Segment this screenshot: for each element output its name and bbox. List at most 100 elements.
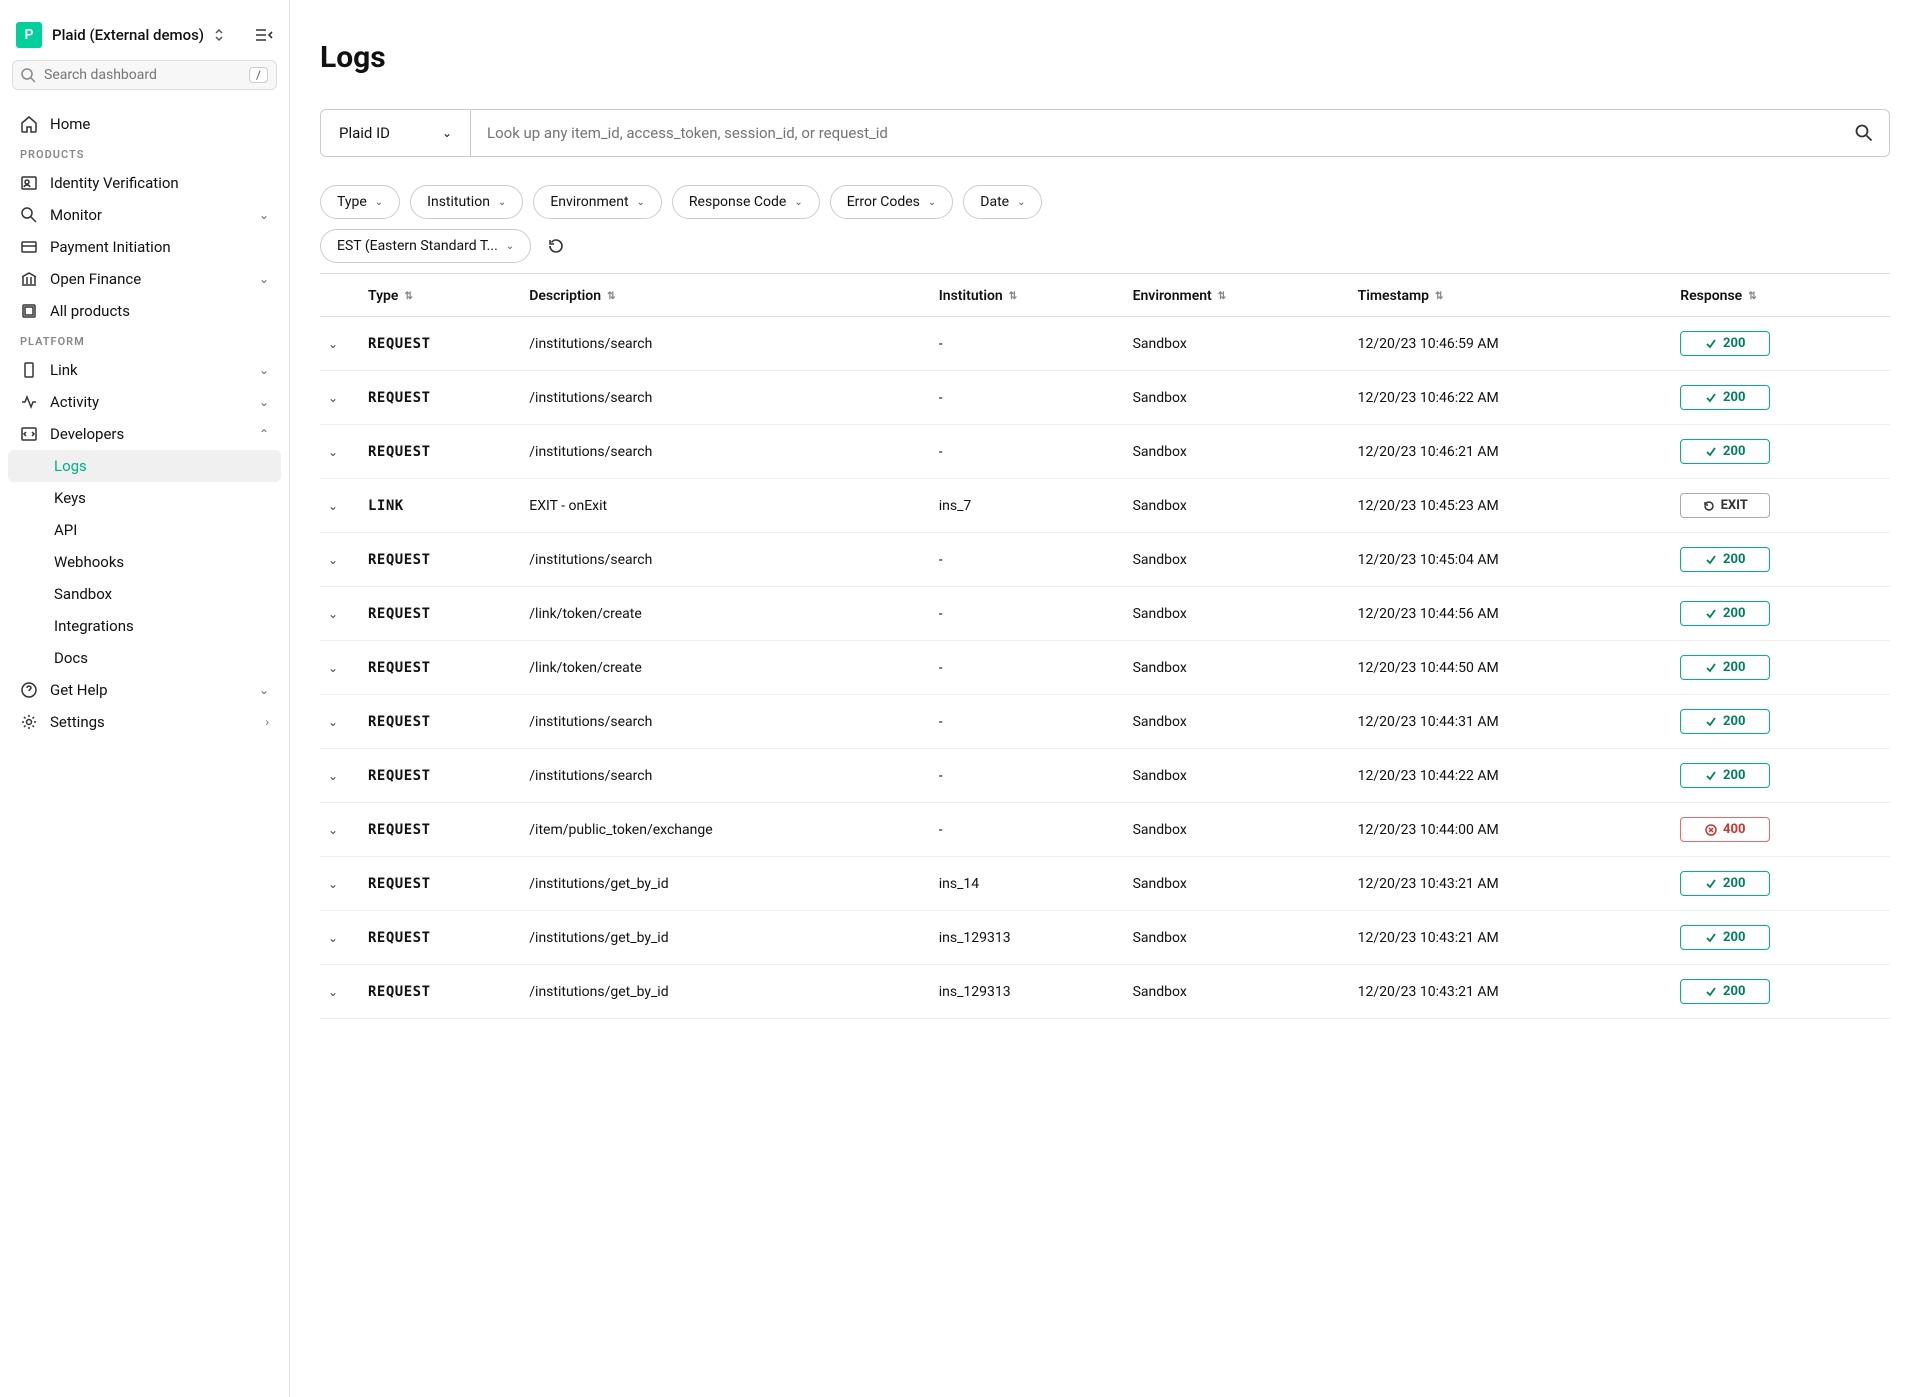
response-badge: 200 — [1680, 763, 1770, 788]
nav-sub-integrations[interactable]: Integrations — [8, 610, 281, 642]
col-environment[interactable]: Environment⇅ — [1125, 274, 1350, 317]
nav-get-help[interactable]: Get Help ⌄ — [8, 674, 281, 706]
search-type-select[interactable]: Plaid ID ⌄ — [321, 110, 471, 156]
search-icon[interactable] — [1855, 124, 1873, 142]
filter-row-2: EST (Eastern Standard T...⌄ — [320, 229, 1890, 263]
nav-link[interactable]: Link ⌄ — [8, 354, 281, 386]
collapse-sidebar-icon[interactable] — [255, 28, 273, 42]
col-institution[interactable]: Institution⇅ — [931, 274, 1125, 317]
main-content: Logs Plaid ID ⌄ Type⌄ Institution⌄ Envir… — [290, 0, 1920, 1397]
cell-timestamp: 12/20/23 10:46:21 AM — [1350, 425, 1673, 479]
col-type[interactable]: Type⇅ — [360, 274, 521, 317]
col-response[interactable]: Response⇅ — [1672, 274, 1890, 317]
sort-icon: ⇅ — [1435, 291, 1443, 302]
nav-open-finance[interactable]: Open Finance ⌄ — [8, 263, 281, 295]
expand-row-icon[interactable]: ⌄ — [328, 769, 338, 783]
filter-environment[interactable]: Environment⌄ — [533, 185, 662, 219]
expand-row-icon[interactable]: ⌄ — [328, 391, 338, 405]
nav-sub-logs[interactable]: Logs — [8, 450, 281, 482]
cell-environment: Sandbox — [1125, 479, 1350, 533]
cell-timestamp: 12/20/23 10:44:50 AM — [1350, 641, 1673, 695]
section-platform: PLATFORM — [8, 327, 281, 354]
table-row[interactable]: ⌄REQUEST/link/token/create-Sandbox12/20/… — [320, 587, 1890, 641]
cell-type: REQUEST — [360, 857, 521, 911]
table-row[interactable]: ⌄REQUEST/institutions/search-Sandbox12/2… — [320, 749, 1890, 803]
nav-home[interactable]: Home — [8, 108, 281, 140]
table-row[interactable]: ⌄REQUEST/institutions/get_by_idins_12931… — [320, 911, 1890, 965]
nav-payment-initiation[interactable]: Payment Initiation — [8, 231, 281, 263]
cell-timestamp: 12/20/23 10:44:56 AM — [1350, 587, 1673, 641]
col-description[interactable]: Description⇅ — [521, 274, 930, 317]
log-search-input[interactable] — [487, 110, 1855, 156]
response-badge: 200 — [1680, 331, 1770, 356]
filter-response-code[interactable]: Response Code⌄ — [672, 185, 820, 219]
filter-type[interactable]: Type⌄ — [320, 185, 400, 219]
cell-timestamp: 12/20/23 10:44:31 AM — [1350, 695, 1673, 749]
chevron-up-icon: ⌃ — [259, 427, 269, 441]
cell-type: REQUEST — [360, 641, 521, 695]
col-timestamp[interactable]: Timestamp⇅ — [1350, 274, 1673, 317]
workspace-badge: P — [16, 22, 42, 48]
nav-monitor[interactable]: Monitor ⌄ — [8, 199, 281, 231]
cell-institution: - — [931, 425, 1125, 479]
cell-description: /institutions/search — [521, 533, 930, 587]
expand-row-icon[interactable]: ⌄ — [328, 337, 338, 351]
activity-icon — [20, 393, 38, 411]
table-row[interactable]: ⌄REQUEST/institutions/get_by_idins_12931… — [320, 965, 1890, 1019]
nav-activity[interactable]: Activity ⌄ — [8, 386, 281, 418]
reset-filters-icon[interactable] — [541, 237, 571, 255]
cell-type: REQUEST — [360, 371, 521, 425]
nav-sub-docs[interactable]: Docs — [8, 642, 281, 674]
nav-identity-verification[interactable]: Identity Verification — [8, 167, 281, 199]
response-badge: 200 — [1680, 385, 1770, 410]
nav-sub-webhooks[interactable]: Webhooks — [8, 546, 281, 578]
sidebar-search[interactable]: / — [12, 60, 277, 90]
home-icon — [20, 115, 38, 133]
nav-sub-api[interactable]: API — [8, 514, 281, 546]
filter-timezone[interactable]: EST (Eastern Standard T...⌄ — [320, 229, 531, 263]
cell-type: REQUEST — [360, 911, 521, 965]
cell-description: /institutions/get_by_id — [521, 911, 930, 965]
response-badge: 200 — [1680, 925, 1770, 950]
cell-institution: - — [931, 587, 1125, 641]
cell-timestamp: 12/20/23 10:44:00 AM — [1350, 803, 1673, 857]
table-row[interactable]: ⌄REQUEST/link/token/create-Sandbox12/20/… — [320, 641, 1890, 695]
filter-institution[interactable]: Institution⌄ — [410, 185, 523, 219]
expand-row-icon[interactable]: ⌄ — [328, 715, 338, 729]
nav-sub-sandbox[interactable]: Sandbox — [8, 578, 281, 610]
nav-sub-keys[interactable]: Keys — [8, 482, 281, 514]
nav-settings[interactable]: Settings › — [8, 706, 281, 738]
cell-description: /institutions/search — [521, 317, 930, 371]
cell-timestamp: 12/20/23 10:43:21 AM — [1350, 857, 1673, 911]
table-row[interactable]: ⌄REQUEST/institutions/get_by_idins_14San… — [320, 857, 1890, 911]
table-row[interactable]: ⌄REQUEST/institutions/search-Sandbox12/2… — [320, 371, 1890, 425]
search-type-label: Plaid ID — [339, 124, 390, 142]
expand-row-icon[interactable]: ⌄ — [328, 823, 338, 837]
expand-row-icon[interactable]: ⌄ — [328, 445, 338, 459]
expand-row-icon[interactable]: ⌄ — [328, 607, 338, 621]
response-badge: 200 — [1680, 655, 1770, 680]
workspace-switcher[interactable]: P Plaid (External demos) — [8, 18, 281, 60]
expand-row-icon[interactable]: ⌄ — [328, 553, 338, 567]
nav-all-products[interactable]: All products — [8, 295, 281, 327]
expand-row-icon[interactable]: ⌄ — [328, 499, 338, 513]
expand-row-icon[interactable]: ⌄ — [328, 877, 338, 891]
expand-row-icon[interactable]: ⌄ — [328, 985, 338, 999]
sidebar-search-input[interactable] — [44, 67, 249, 83]
expand-row-icon[interactable]: ⌄ — [328, 661, 338, 675]
table-row[interactable]: ⌄REQUEST/institutions/search-Sandbox12/2… — [320, 533, 1890, 587]
table-row[interactable]: ⌄REQUEST/institutions/search-Sandbox12/2… — [320, 425, 1890, 479]
chevron-down-icon: ⌄ — [259, 363, 269, 377]
sort-icon: ⇅ — [607, 291, 615, 302]
filter-date[interactable]: Date⌄ — [963, 185, 1042, 219]
chevron-down-icon: ⌄ — [498, 197, 506, 208]
table-row[interactable]: ⌄REQUEST/item/public_token/exchange-Sand… — [320, 803, 1890, 857]
table-row[interactable]: ⌄REQUEST/institutions/search-Sandbox12/2… — [320, 695, 1890, 749]
filter-error-codes[interactable]: Error Codes⌄ — [830, 185, 954, 219]
nav-developers[interactable]: Developers ⌃ — [8, 418, 281, 450]
chevron-down-icon: ⌄ — [794, 197, 802, 208]
table-row[interactable]: ⌄REQUEST/institutions/search-Sandbox12/2… — [320, 317, 1890, 371]
cell-institution: - — [931, 695, 1125, 749]
table-row[interactable]: ⌄LINKEXIT - onExitins_7Sandbox12/20/23 1… — [320, 479, 1890, 533]
expand-row-icon[interactable]: ⌄ — [328, 931, 338, 945]
